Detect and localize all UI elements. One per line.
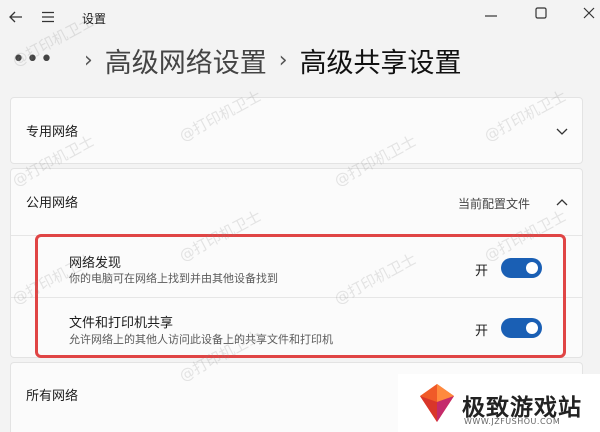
current-profile-label: 当前配置文件 [458,197,531,211]
hamburger-menu-icon[interactable] [40,9,56,25]
public-network-section: 公用网络 当前配置文件 网络发现 你的电脑可在网络上找到并由其他设备找到 开 文… [10,168,583,358]
network-discovery-toggle[interactable] [501,258,542,278]
breadcrumb-more-icon[interactable]: ••• [12,49,54,71]
page-title: 高级共享设置 [299,47,462,79]
file-printer-sharing-toggle-label: 开 [475,324,489,339]
back-arrow-icon[interactable] [6,7,26,27]
close-icon[interactable] [581,5,597,21]
brand-logo-icon [420,384,454,422]
private-network-title: 专用网络 [26,125,79,140]
public-network-header[interactable]: 公用网络 当前配置文件 [11,169,582,235]
file-printer-sharing-title: 文件和打印机共享 [69,316,174,331]
breadcrumb-separator: › [83,47,93,73]
file-printer-sharing-row: 文件和打印机共享 允许网络上的其他人访问此设备上的共享文件和打印机 开 [11,297,582,358]
chevron-down-icon[interactable] [555,124,569,138]
breadcrumb-separator: › [278,47,288,73]
network-discovery-toggle-label: 开 [475,264,489,279]
breadcrumb-advanced-network[interactable]: 高级网络设置 [105,41,267,80]
brand-logo-badge: 极致游戏站 WWW.JZFUSHOU.COM [398,374,600,432]
network-discovery-description: 你的电脑可在网络上找到并由其他设备找到 [69,272,278,285]
network-discovery-title: 网络发现 [69,256,122,271]
window-title: 设置 [82,12,107,26]
network-discovery-row: 网络发现 你的电脑可在网络上找到并由其他设备找到 开 [11,235,582,297]
file-printer-sharing-toggle[interactable] [501,318,542,338]
title-bar: 设置 [0,0,600,36]
toggle-knob [526,322,538,334]
public-network-title: 公用网络 [26,196,79,211]
toggle-knob [526,262,538,274]
file-printer-sharing-description: 允许网络上的其他人访问此设备上的共享文件和打印机 [69,333,333,346]
minimize-icon[interactable] [484,9,498,23]
brand-url: WWW.JZFUSHOU.COM [464,417,561,426]
chevron-up-icon[interactable] [555,196,569,210]
breadcrumb: ••• › 高级网络设置 › 高级共享设置 [12,38,462,82]
private-network-section[interactable]: 专用网络 [10,97,583,164]
maximize-icon[interactable] [533,5,549,21]
all-networks-title: 所有网络 [26,389,79,404]
